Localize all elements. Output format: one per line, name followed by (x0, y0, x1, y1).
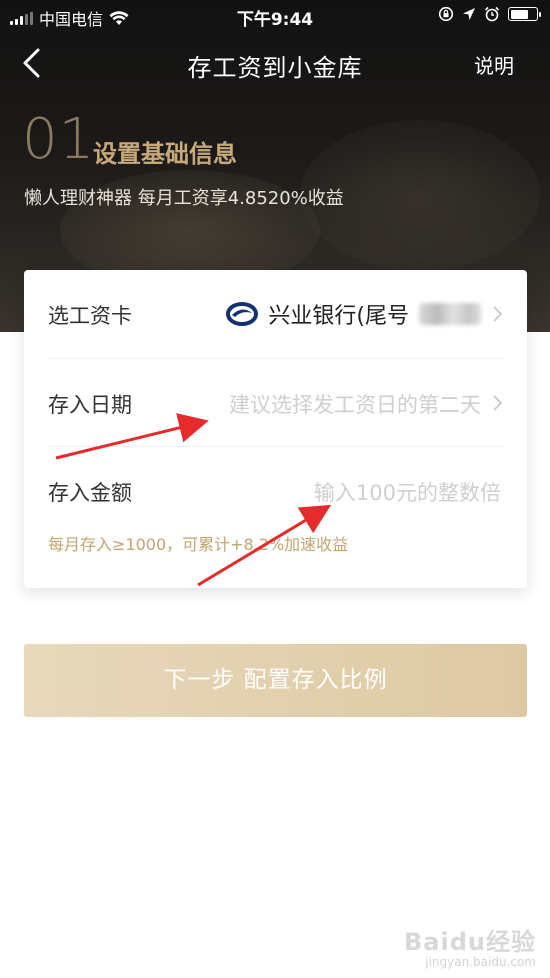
watermark-url: jingyan.baidu.com (425, 955, 536, 969)
status-bar: 中国电信 下午9:44 (0, 0, 550, 34)
salary-card-label: 选工资卡 (48, 304, 132, 328)
chevron-right-icon (493, 395, 503, 411)
deposit-date-row[interactable]: 存入日期 建议选择发工资日的第二天 (48, 358, 503, 446)
deposit-amount-input[interactable]: 输入100元的整数倍 (314, 477, 501, 507)
battery-icon (508, 7, 541, 21)
deposit-amount-row[interactable]: 存入金额 输入100元的整数倍 (48, 446, 503, 588)
chevron-right-icon (493, 306, 503, 322)
bank-logo-icon (226, 302, 259, 326)
deposit-date-placeholder: 建议选择发工资日的第二天 (229, 393, 481, 417)
step-number: 01 (22, 107, 96, 172)
alarm-icon (484, 6, 500, 22)
deposit-date-label: 存入日期 (48, 393, 132, 417)
next-step-button[interactable]: 下一步 配置存入比例 (24, 644, 527, 717)
help-link[interactable]: 说明 (474, 50, 514, 79)
page-title: 存工资到小金库 (187, 54, 363, 82)
bonus-hint: 每月存入≥1000，可累计+8.2%加速收益 (48, 535, 349, 554)
step-subtitle: 懒人理财神器 每月工资享4.8520%收益 (24, 188, 344, 209)
deposit-amount-label: 存入金额 (48, 481, 132, 505)
rotation-lock-icon (438, 6, 454, 22)
salary-card-value: 兴业银行(尾号 (226, 298, 481, 330)
salary-card-row[interactable]: 选工资卡 兴业银行(尾号 (48, 270, 503, 358)
watermark-logo: Baidu经验 (404, 928, 536, 956)
nav-bar: 存工资到小金库 说明 (0, 40, 550, 86)
step-title: 设置基础信息 (93, 140, 237, 168)
status-right (438, 6, 541, 22)
masked-card-number (419, 303, 481, 325)
watermark: Baidu经验 jingyan.baidu.com (404, 922, 536, 969)
form-card: 选工资卡 兴业银行(尾号 存入日期 建议选择发工资日的第二天 存入金额 输入10… (24, 270, 527, 588)
bank-name: 兴业银行(尾号 (268, 304, 409, 329)
location-icon (463, 8, 475, 20)
